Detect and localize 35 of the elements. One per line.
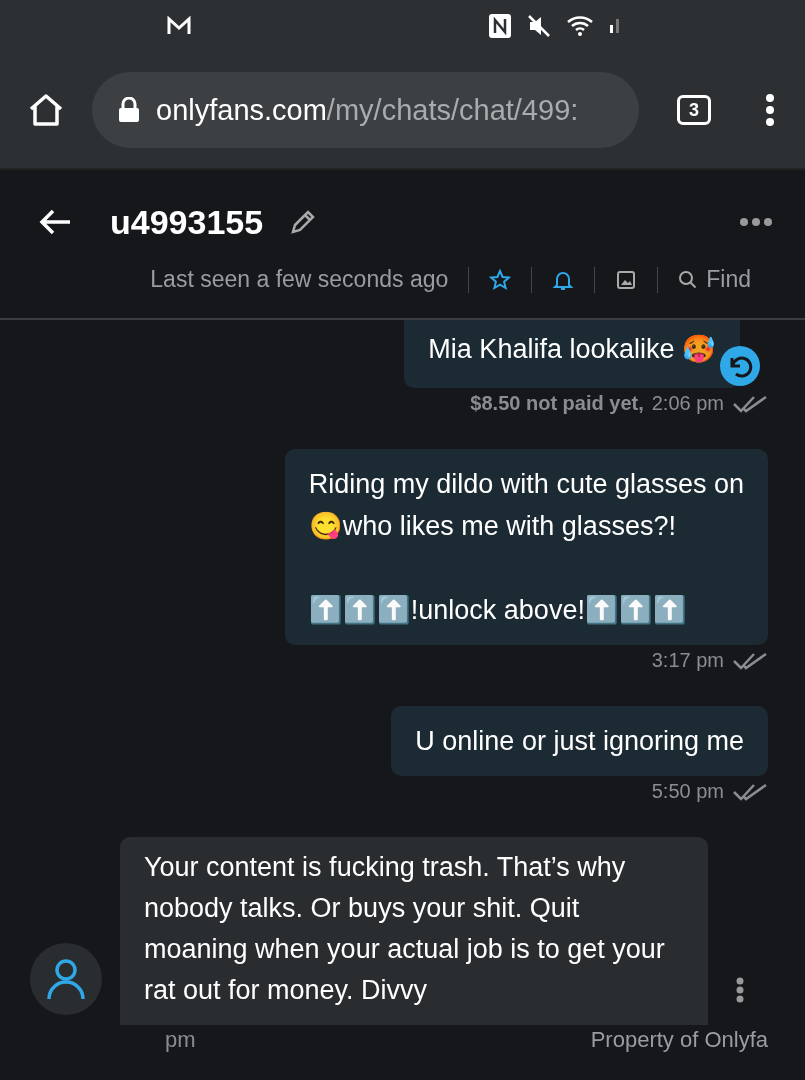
double-check-icon [732,650,768,671]
message-time: 3:17 pm [651,649,724,672]
last-seen-status: Last seen a few seconds ago [150,266,449,293]
message-bubble: Your content is fucking trash. That’s why nobody talks. Or buys your shit. Quit moaning when your actual job is to get your rat out for money. Divvy [120,837,708,1025]
address-bar[interactable]: onlyfans.com/my/chats/chat/499: [92,72,639,148]
find-button[interactable]: Find [678,266,751,293]
signal-icon [610,19,619,33]
mute-icon [526,13,552,39]
more-icon[interactable] [736,977,744,1003]
back-icon[interactable] [38,208,72,236]
search-icon [678,269,699,290]
double-check-icon [732,781,768,802]
more-icon[interactable] [739,217,773,227]
mail-icon [166,16,192,36]
home-icon [28,93,64,127]
message-time: 5:50 pm [651,780,724,803]
star-icon[interactable] [489,268,512,291]
message-time: pm [165,1027,196,1053]
image-icon[interactable] [615,268,638,291]
price-status: $8.50 not paid yet, [470,392,644,415]
message-bubble: Mia Khalifa lookalike 🥵 [404,320,740,388]
user-icon [46,957,86,1001]
tab-count-button[interactable]: 3 [677,95,711,125]
undo-icon[interactable] [720,346,760,386]
lock-icon [118,97,140,123]
username: u4993155 [110,202,264,242]
double-check-icon [732,393,768,414]
message-bubble: Riding my dildo with cute glasses on 😋who likes me with glasses?! ⬆⬆⬆!unlock above!⬆⬆⬆ [284,449,768,645]
menu-icon[interactable] [765,93,775,127]
url-text: onlyfans.com/my/chats/chat/499: [156,93,579,127]
home-button[interactable] [28,93,64,127]
message-time: 2:06 pm [651,392,724,415]
copyright-notice: Property of Onlyfa [590,1027,768,1053]
message-bubble: U online or just ignoring me [391,706,768,776]
nfc-icon [488,13,512,39]
